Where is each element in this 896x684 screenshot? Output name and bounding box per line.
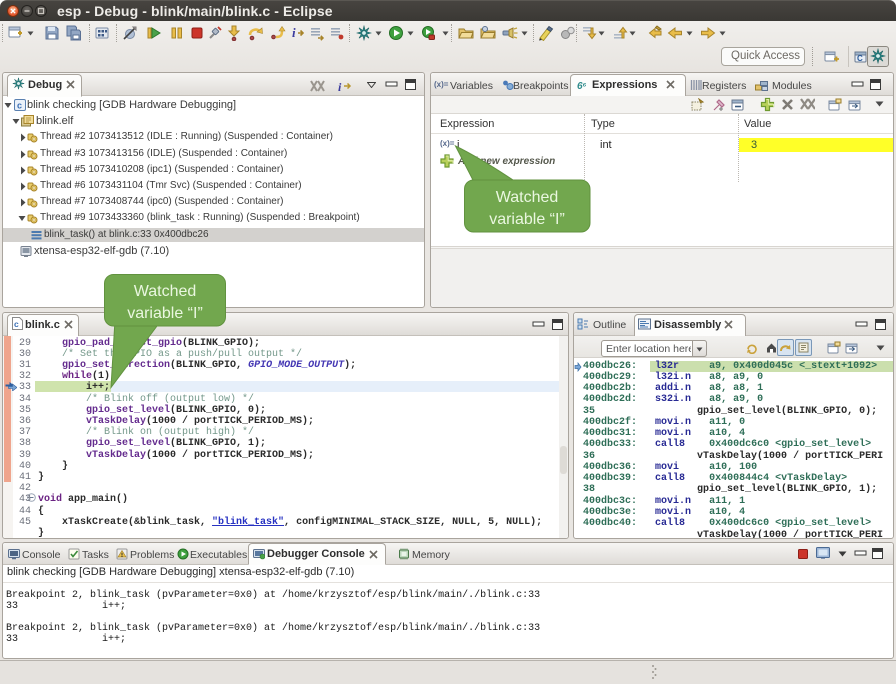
svg-text:Watched: Watched	[134, 283, 197, 300]
svg-text:Watched: Watched	[496, 189, 559, 206]
svg-text:variable “I”: variable “I”	[489, 211, 565, 228]
svg-text:i: i	[338, 80, 342, 93]
svg-text:6⁶: 6⁶	[577, 81, 587, 91]
svg-text:i: i	[292, 25, 296, 40]
svg-text:variable “I”: variable “I”	[127, 305, 203, 322]
svg-text:c: c	[14, 319, 19, 329]
svg-text:c: c	[17, 101, 22, 111]
svg-text:C: C	[857, 54, 863, 63]
